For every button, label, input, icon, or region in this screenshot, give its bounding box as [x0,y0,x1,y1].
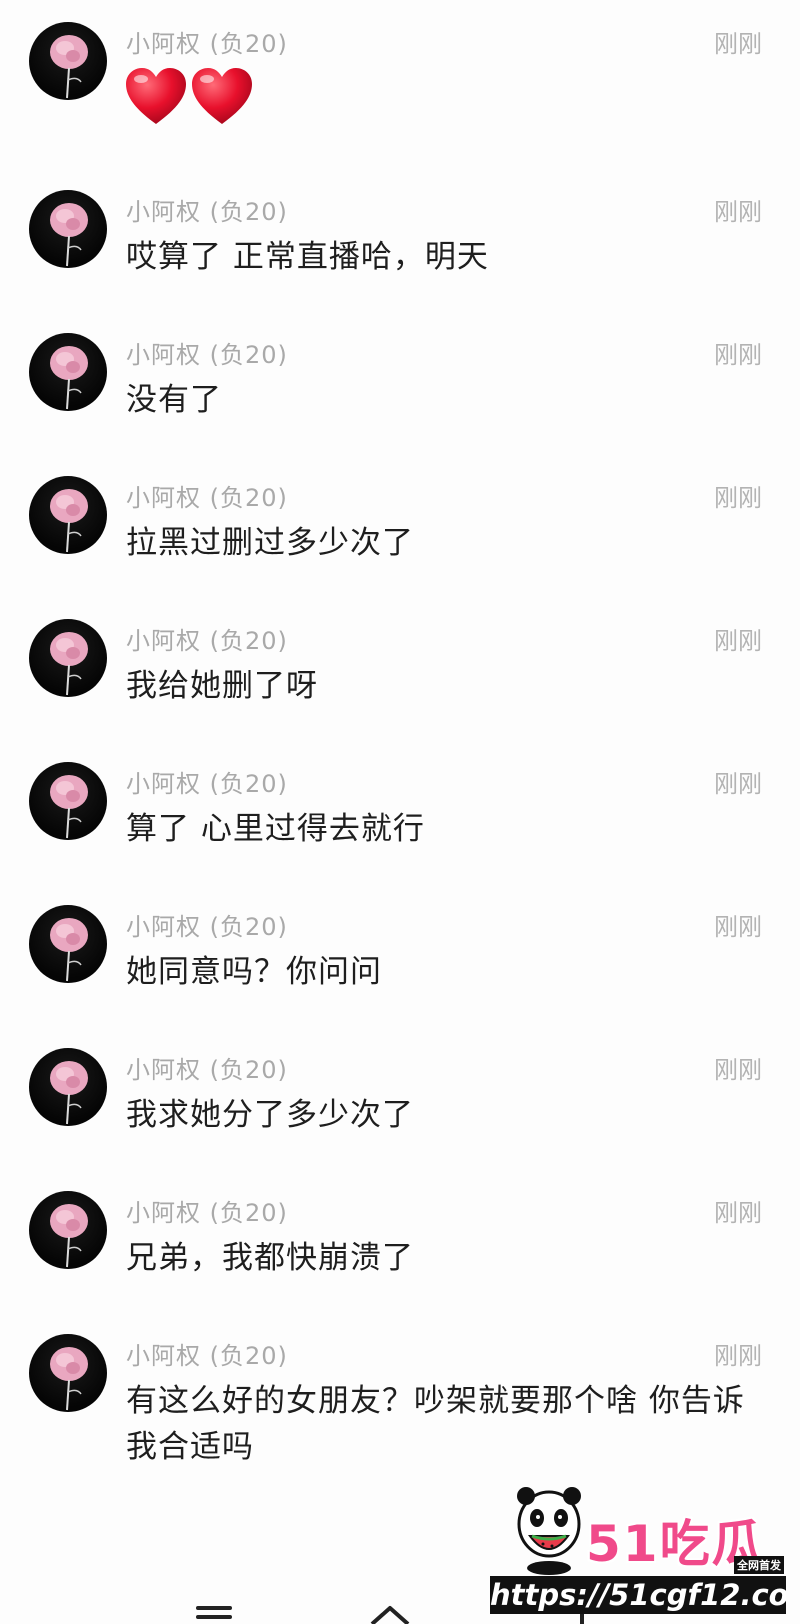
message-text[interactable]: 拉黑过删过多少次了 [126,520,766,566]
sender-name: 小阿权 (负20) [126,484,288,512]
panda-mascot-icon [517,1487,581,1575]
message-text[interactable]: 我求她分了多少次了 [126,1092,766,1138]
home-icon[interactable] [368,1604,412,1624]
sender-name: 小阿权 (负20) [126,1056,288,1084]
message-text[interactable]: 算了 心里过得去就行 [126,806,766,852]
avatar[interactable] [29,476,107,554]
sender-name: 小阿权 (负20) [126,1199,288,1227]
avatar[interactable] [29,22,107,100]
message-text[interactable]: 我给她删了呀 [126,663,766,709]
message-item[interactable]: 小阿权 (负20) 刚刚 哎算了 正常直播哈，明天 [0,168,800,308]
watermark-tag: 全网首发 [734,1556,784,1574]
message-text[interactable]: 哎算了 正常直播哈，明天 [126,234,766,280]
avatar[interactable] [29,762,107,840]
heart-emoji [124,66,254,132]
message-time: 刚刚 [714,627,762,655]
sender-name: 小阿权 (负20) [126,913,288,941]
message-time: 刚刚 [714,484,762,512]
watermark: 51吃瓜 全网首发 https://51cgf12.com [490,1484,790,1616]
message-item[interactable]: 小阿权 (负20) 刚刚 有这么好的女朋友？吵架就要那个啥 你告诉我合适吗 [0,1312,800,1492]
heart-icon [192,68,252,124]
message-time: 刚刚 [714,198,762,226]
sender-name: 小阿权 (负20) [126,198,288,226]
avatar[interactable] [29,1191,107,1269]
avatar[interactable] [29,619,107,697]
sender-name: 小阿权 (负20) [126,627,288,655]
message-item[interactable]: 小阿权 (负20) 刚刚 算了 心里过得去就行 [0,740,800,880]
heart-icon [126,68,186,124]
message-time: 刚刚 [714,913,762,941]
message-time: 刚刚 [714,770,762,798]
menu-icon[interactable] [196,1606,232,1624]
avatar[interactable] [29,190,107,268]
avatar[interactable] [29,1334,107,1412]
message-text[interactable]: 有这么好的女朋友？吵架就要那个啥 你告诉我合适吗 [126,1378,746,1470]
message-time: 刚刚 [714,1056,762,1084]
avatar[interactable] [29,905,107,983]
message-text[interactable]: 兄弟，我都快崩溃了 [126,1235,766,1281]
message-time: 刚刚 [714,1199,762,1227]
message-item[interactable]: 小阿权 (负20) 刚刚 我给她删了呀 [0,597,800,737]
message-time: 刚刚 [714,341,762,369]
message-item[interactable]: 小阿权 (负20) 刚刚 没有了 [0,311,800,451]
watermark-url: https://51cgf12.com [490,1576,786,1614]
message-text[interactable]: 没有了 [126,377,766,423]
message-item[interactable]: 小阿权 (负20) 刚刚 拉黑过删过多少次了 [0,454,800,594]
chat-screen: 小阿权 (负20) 刚刚 小阿权 (负20) 刚刚 哎算了 正常直播哈，明天 小… [0,0,800,1624]
message-time: 刚刚 [714,30,762,58]
message-text[interactable]: 她同意吗？你问问 [126,949,766,995]
message-item[interactable]: 小阿权 (负20) 刚刚 兄弟，我都快崩溃了 [0,1169,800,1309]
message-item[interactable]: 小阿权 (负20) 刚刚 [0,0,800,150]
avatar[interactable] [29,1048,107,1126]
message-item[interactable]: 小阿权 (负20) 刚刚 我求她分了多少次了 [0,1026,800,1166]
sender-name: 小阿权 (负20) [126,341,288,369]
sender-name: 小阿权 (负20) [126,30,288,58]
sender-name: 小阿权 (负20) [126,1342,288,1370]
message-item[interactable]: 小阿权 (负20) 刚刚 她同意吗？你问问 [0,883,800,1023]
avatar[interactable] [29,333,107,411]
message-time: 刚刚 [714,1342,762,1370]
sender-name: 小阿权 (负20) [126,770,288,798]
